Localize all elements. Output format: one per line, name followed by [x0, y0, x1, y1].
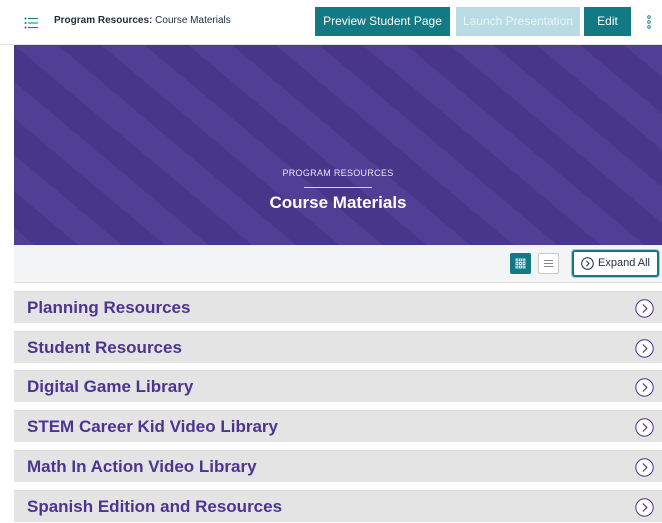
section-spanish-edition-and-resources[interactable]: Spanish Edition and Resources [14, 490, 662, 522]
chevron-circle-icon [581, 257, 594, 270]
section-student-resources[interactable]: Student Resources [14, 331, 662, 363]
chevron-right-circle-icon[interactable] [635, 498, 654, 517]
banner-divider [304, 187, 372, 188]
breadcrumb-current: Course Materials [155, 15, 231, 26]
banner-pattern [14, 45, 662, 245]
chevron-right-circle-icon[interactable] [635, 458, 654, 477]
section-title: STEM Career Kid Video Library [27, 417, 278, 436]
expand-all-button[interactable]: Expand All [572, 250, 659, 277]
section-title: Spanish Edition and Resources [27, 497, 283, 516]
section-title: Digital Game Library [27, 377, 194, 396]
edit-button[interactable]: Edit [584, 7, 631, 36]
grid-icon [510, 258, 531, 278]
hero-banner: PROGRAM RESOURCES Course Materials [14, 45, 662, 245]
grid-view-button[interactable] [510, 253, 531, 274]
section-planning-resources[interactable]: Planning Resources [14, 291, 662, 323]
chevron-right-circle-icon[interactable] [635, 339, 654, 358]
section-title: Math In Action Video Library [27, 457, 257, 476]
chevron-right-circle-icon[interactable] [635, 378, 654, 397]
launch-presentation-button[interactable]: Launch Presentation [456, 7, 580, 36]
preview-student-page-button[interactable]: Preview Student Page [315, 7, 450, 36]
list-icon[interactable] [24, 16, 38, 29]
breadcrumb: Program Resources: Course Materials [54, 15, 231, 26]
top-bar: Program Resources: Course Materials Prev… [0, 0, 662, 45]
breadcrumb-parent: Program Resources: [54, 15, 153, 26]
section-title: Student Resources [27, 338, 182, 357]
section-stem-career-kid-video-library[interactable]: STEM Career Kid Video Library [14, 410, 662, 442]
banner-eyebrow: PROGRAM RESOURCES [282, 168, 394, 178]
page-title: Course Materials [269, 193, 407, 212]
list-view-icon [539, 260, 558, 277]
view-toolbar: Expand All [14, 245, 662, 283]
section-math-in-action-video-library[interactable]: Math In Action Video Library [14, 450, 662, 482]
section-title: Planning Resources [27, 298, 191, 317]
chevron-right-circle-icon[interactable] [635, 418, 654, 437]
expand-all-label: Expand All [598, 257, 650, 269]
section-digital-game-library[interactable]: Digital Game Library [14, 370, 662, 402]
chevron-right-circle-icon[interactable] [635, 299, 654, 318]
list-view-button[interactable] [538, 253, 559, 274]
more-vertical-icon[interactable] [646, 14, 652, 30]
